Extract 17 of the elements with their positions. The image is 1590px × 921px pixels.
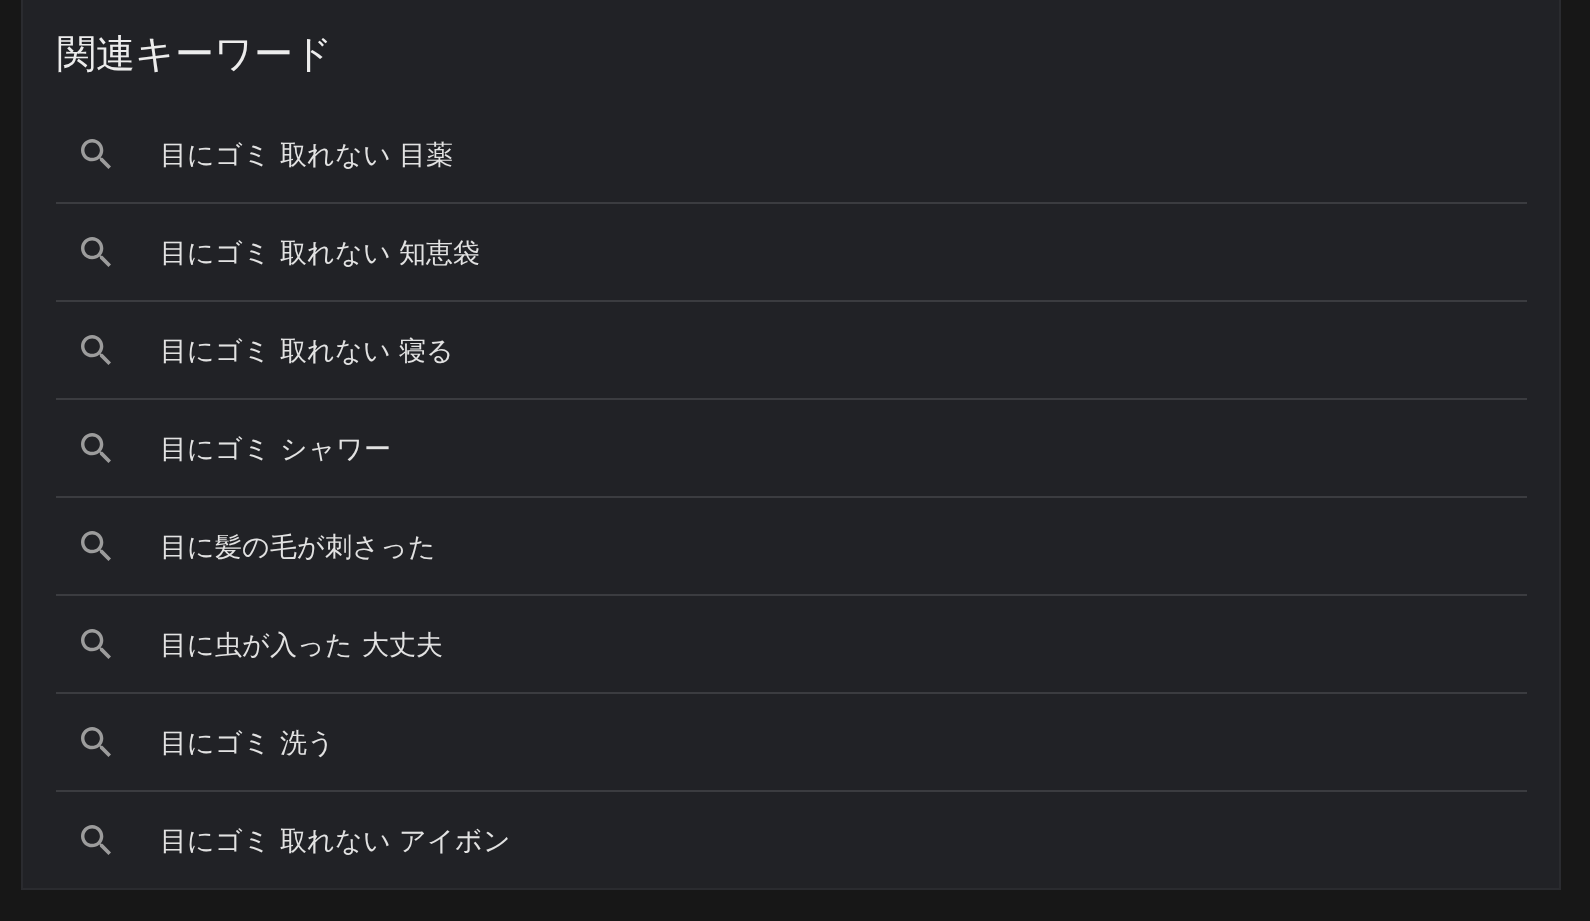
search-icon — [81, 139, 111, 169]
search-icon — [81, 727, 111, 757]
search-icon — [81, 531, 111, 561]
keyword-link[interactable]: 目に虫が入った 大丈夫 — [56, 596, 1527, 694]
section-title: 関連キーワード — [56, 30, 334, 78]
keyword-link[interactable]: 目にゴミ 取れない 知恵袋 — [56, 204, 1527, 302]
search-icon — [81, 825, 111, 855]
keyword-link[interactable]: 目にゴミ 洗う — [56, 694, 1527, 792]
keyword-link[interactable]: 目にゴミ 取れない アイボン — [56, 792, 1527, 888]
search-icon — [81, 237, 111, 267]
keyword-link[interactable]: 目に髪の毛が刺さった — [56, 498, 1527, 596]
keyword-link[interactable]: 目にゴミ 取れない 寝る — [56, 302, 1527, 400]
keyword-link[interactable]: 目にゴミ 取れない 目薬 — [56, 106, 1527, 204]
search-icon — [81, 335, 111, 365]
keyword-link[interactable]: 目にゴミ シャワー — [56, 400, 1527, 498]
search-icon — [81, 433, 111, 463]
search-icon — [81, 629, 111, 659]
